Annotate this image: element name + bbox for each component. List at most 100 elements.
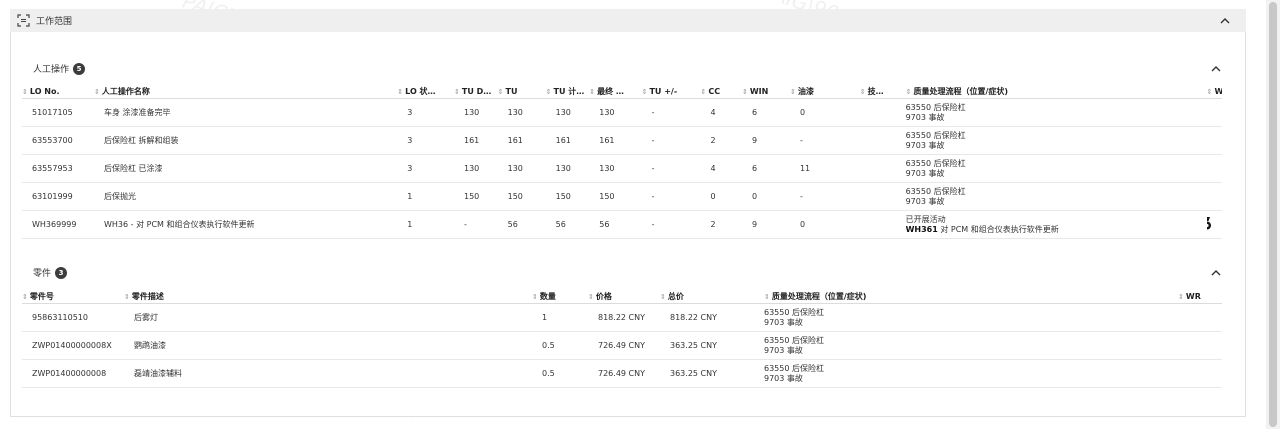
quality-location: 63550 后保险杠 <box>764 307 824 317</box>
labour-column-header[interactable]: ⇕ TU D… <box>453 84 498 99</box>
labour-column-header[interactable]: ⇕ 人工操作名称 <box>94 84 398 99</box>
labour-column-header[interactable]: ⇕ 最终 … <box>589 84 642 99</box>
labour-column-header[interactable]: ⇕ 质量处理流程（位置/症状) <box>905 84 1207 99</box>
work-scope-header[interactable]: 工作范围 <box>10 9 1246 32</box>
sort-icon[interactable]: ⇕ <box>1178 293 1184 301</box>
quantity-value: 0.5 <box>542 341 555 350</box>
table-row[interactable]: 95863110510 后雾灯 1 818.22 CNY 818.22 CNY 63550… <box>22 303 1222 332</box>
sort-icon[interactable]: ⇕ <box>660 293 666 301</box>
parts-table: ⇕ 零件号 ⇕ 零件描述 ⇕ 数量 ⇕ 价格 ⇕ 总价 ⇕ 质量处理流程（位置/症状) ⇕ WR 9586… <box>22 289 1222 388</box>
lo-status-value: 3 <box>407 164 413 173</box>
labour-column-header[interactable]: ⇕WR <box>1206 84 1222 99</box>
sort-icon[interactable]: ⇕ <box>22 293 28 301</box>
parts-column-header[interactable]: ⇕ 价格 <box>588 289 660 304</box>
labour-table: ⇕ LO No. ⇕ 人工操作名称 ⇕ LO 状… ⇕ TU D… ⇕ TU ⇕ TU 计… ⇕ 最终 …… <box>22 84 1222 239</box>
sort-icon[interactable]: ⇕ <box>22 88 28 96</box>
quality-process-cell: 63550 后保险杠 9703 事故 <box>905 154 1207 183</box>
part-description: 磊靖油漆辅料 <box>124 359 532 388</box>
labour-column-header[interactable]: ⇕ LO No. <box>22 84 94 99</box>
sort-icon[interactable]: ⇕ <box>642 88 648 96</box>
quality-process-cell: 63550 后保险杠 9703 事故 <box>905 126 1207 155</box>
labour-column-header[interactable]: ⇕ WIN <box>741 84 790 99</box>
table-row[interactable]: ZWP01400000008 磊靖油漆辅料 0.5 726.49 CNY 363.25 … <box>22 359 1222 388</box>
sort-icon[interactable]: ⇕ <box>742 88 748 96</box>
labour-column-header[interactable]: ⇕ LO 状… <box>397 84 454 99</box>
part-description-value: 鹦鹉油漆 <box>134 341 166 350</box>
chevron-up-icon[interactable] <box>1210 62 1222 74</box>
labour-name-value: 车身 涂漆准备完毕 <box>104 108 171 117</box>
final-tu-value: 130 <box>599 108 615 117</box>
table-row[interactable]: 63553700 后保险杠 拆解和组装 3 161 161 161 161 - 2 9 - 63550… <box>22 126 1222 155</box>
lo-status: 1 <box>397 182 454 211</box>
sort-icon[interactable]: ⇕ <box>532 293 538 301</box>
parts-column-header[interactable]: ⇕ 零件号 <box>22 289 124 304</box>
column-label: 质量处理流程（位置/症状) <box>771 291 867 301</box>
quantity-value: 0.5 <box>542 369 555 378</box>
cc: 4 <box>700 154 742 183</box>
parts-column-header[interactable]: ⇕ 数量 <box>532 289 588 304</box>
sort-icon[interactable]: ⇕ <box>906 88 912 96</box>
tu-diff-value: - <box>651 192 655 201</box>
labour-column-header[interactable]: ⇕ CC <box>700 84 742 99</box>
tu-value: 130 <box>507 108 523 117</box>
table-row[interactable]: 63557953 后保险杠 已涂漆 3 130 130 130 130 - 4 6 11 63550 … <box>22 154 1222 183</box>
quality-process-cell: 63550 后保险杠 9703 事故 <box>905 182 1207 211</box>
wr-cell <box>1206 154 1222 183</box>
final-tu: 150 <box>589 182 642 211</box>
sort-icon[interactable]: ⇕ <box>454 88 460 96</box>
tu-default: 150 <box>453 182 498 211</box>
sort-icon[interactable]: ⇕ <box>588 293 594 301</box>
total-price: 818.22 CNY <box>660 303 764 332</box>
paint-value: 0 <box>799 108 806 117</box>
paint: 0 <box>789 98 860 127</box>
paint-value: - <box>799 192 803 201</box>
sort-icon[interactable]: ⇕ <box>498 88 504 96</box>
quality-symptom: 9703 事故 <box>905 168 945 178</box>
labour-name: 后保险杠 拆解和组装 <box>94 126 398 155</box>
tu-value: 130 <box>507 164 523 173</box>
labour-column-header[interactable]: ⇕ 技… <box>859 84 906 99</box>
labour-column-header[interactable]: ⇕ TU 计… <box>545 84 590 99</box>
quantity: 1 <box>532 303 588 332</box>
part-number-value: ZWP01400000008X <box>32 341 112 350</box>
parts-column-header[interactable]: ⇕ WR <box>1178 289 1222 304</box>
table-row[interactable]: WH369999 WH36 - 对 PCM 和组合仪表执行软件更新 1 - 56 56 56… <box>22 210 1222 239</box>
scrollbar[interactable] <box>1266 0 1280 429</box>
parts-column-header[interactable]: ⇕ 总价 <box>660 289 764 304</box>
tu-calc: 130 <box>545 154 590 183</box>
lo-status: 3 <box>397 126 454 155</box>
win-value: 6 <box>751 164 758 173</box>
table-row[interactable]: ZWP01400000008X 鹦鹉油漆 0.5 726.49 CNY 363.25 C… <box>22 331 1222 360</box>
wr-cell <box>1206 126 1222 155</box>
parts-column-header[interactable]: ⇕ 零件描述 <box>124 289 532 304</box>
sort-icon[interactable]: ⇕ <box>589 88 595 96</box>
quality-location: 63550 后保险杠 <box>905 186 966 196</box>
quality-symptom: 9703 事故 <box>905 140 945 150</box>
table-row[interactable]: 51017105 车身 涂漆准备完毕 3 130 130 130 130 - 4 6 0 63550 … <box>22 98 1222 127</box>
tu-diff-value: - <box>651 108 655 117</box>
chevron-up-icon[interactable] <box>1218 13 1232 27</box>
scrollbar-thumb[interactable] <box>1269 2 1277 427</box>
labour-column-header[interactable]: ⇕ TU +/- <box>641 84 701 99</box>
lo-status-value: 1 <box>407 192 413 201</box>
sort-icon[interactable]: ⇕ <box>94 88 100 96</box>
chevron-up-icon[interactable] <box>1210 266 1222 278</box>
sort-icon[interactable]: ⇕ <box>701 88 707 96</box>
table-row[interactable]: 63101999 后保抛光 1 150 150 150 150 - 0 0 - 63550 后保险杠 9… <box>22 182 1222 211</box>
labour-column-header[interactable]: ⇕ TU <box>497 84 546 99</box>
sort-icon[interactable]: ⇕ <box>860 88 866 96</box>
wr-cell <box>1206 98 1222 127</box>
sort-icon[interactable]: ⇕ <box>124 293 130 301</box>
parts-column-header[interactable]: ⇕ 质量处理流程（位置/症状) <box>764 289 1178 304</box>
labour-column-header[interactable]: ⇕ 油漆 <box>789 84 860 99</box>
tech <box>859 182 906 211</box>
sort-icon[interactable]: ⇕ <box>764 293 770 301</box>
quality-process-cell: 63550 后保险杠 9703 事故 <box>764 331 1178 360</box>
sort-icon[interactable]: ⇕ <box>1207 88 1213 96</box>
sort-icon[interactable]: ⇕ <box>397 88 403 96</box>
total-price: 363.25 CNY <box>660 359 764 388</box>
sort-icon[interactable]: ⇕ <box>790 88 796 96</box>
medal-icon[interactable] <box>1206 217 1213 232</box>
quality-process-cell: 63550 后保险杠 9703 事故 <box>905 98 1207 127</box>
sort-icon[interactable]: ⇕ <box>546 88 552 96</box>
